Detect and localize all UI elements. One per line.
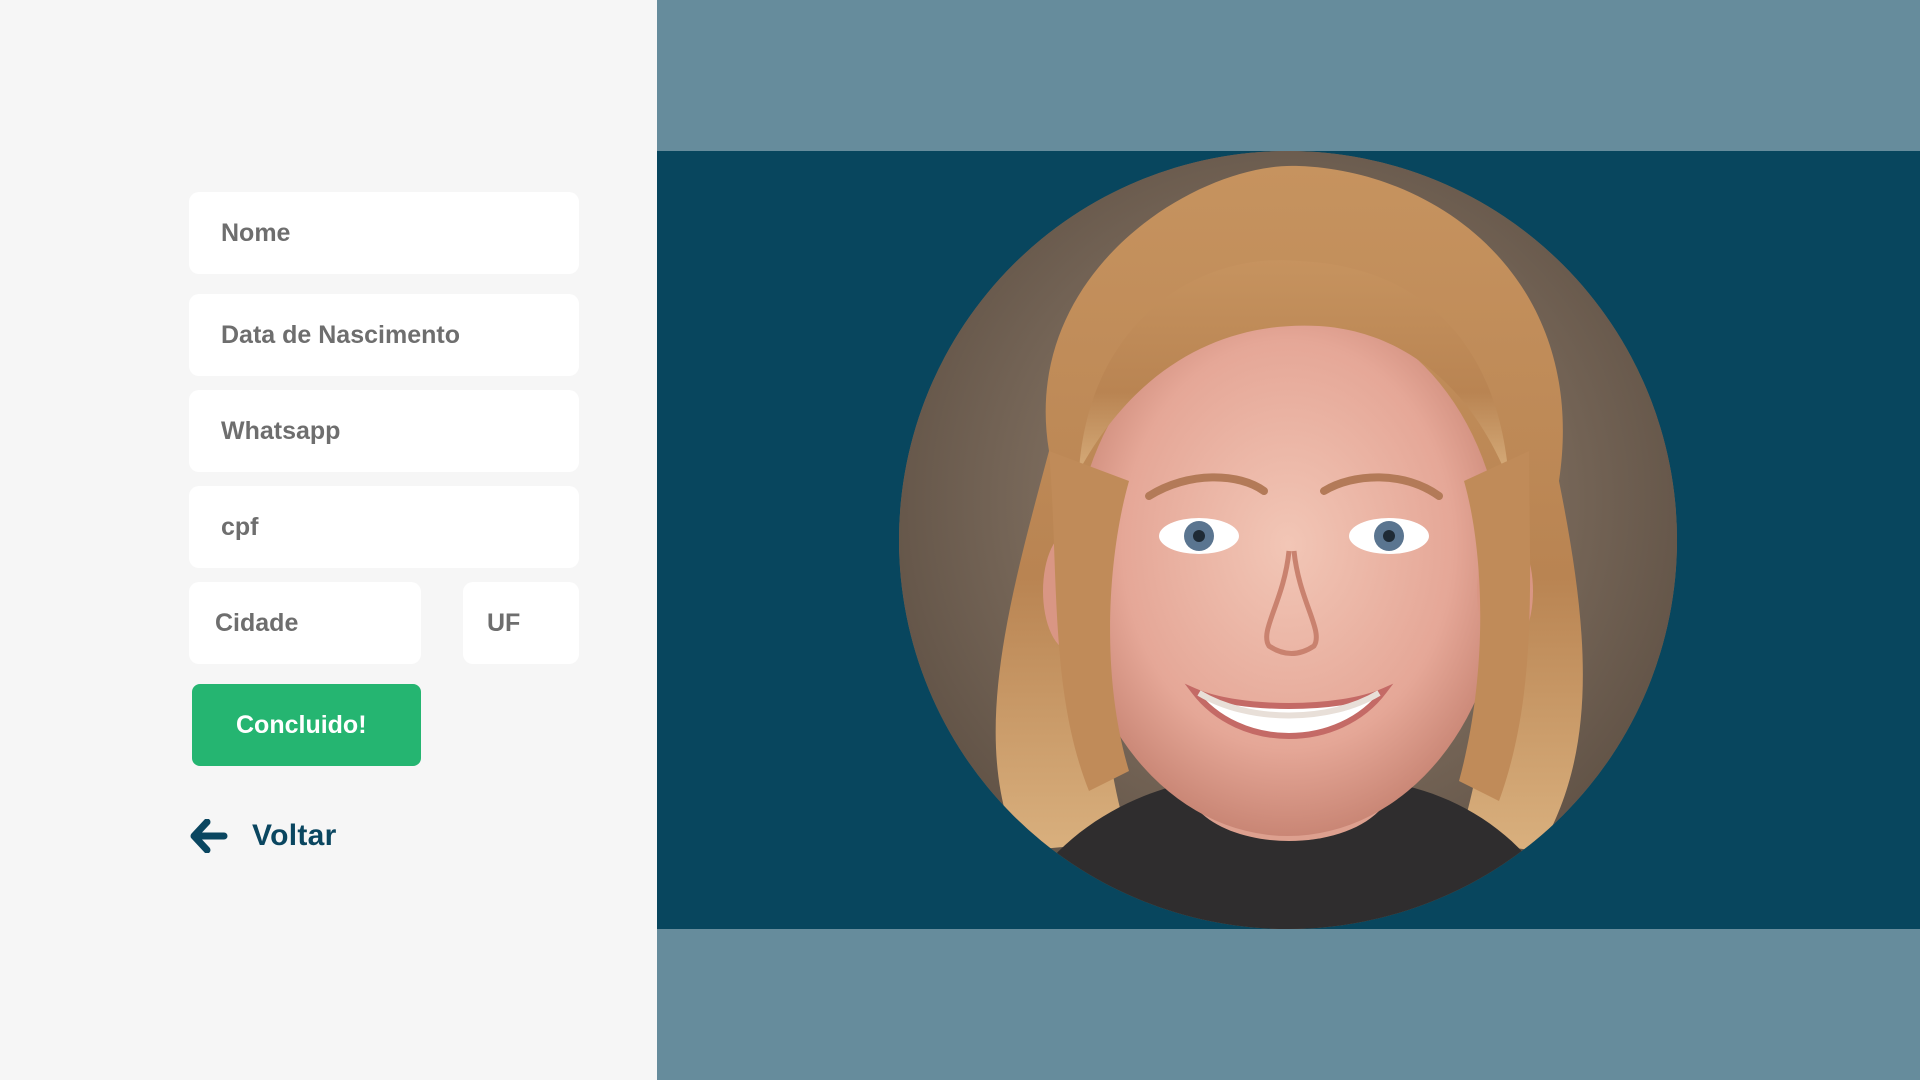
back-link[interactable]: Voltar: [190, 812, 337, 860]
name-input[interactable]: [189, 192, 579, 274]
state-input[interactable]: [463, 582, 579, 664]
form-panel: Concluido! Voltar: [0, 0, 657, 1080]
arrow-left-icon[interactable]: [190, 819, 228, 853]
birth-date-input[interactable]: [189, 294, 579, 376]
submit-button[interactable]: Concluido!: [192, 684, 421, 766]
image-panel: [657, 0, 1920, 1080]
signup-page: Concluido! Voltar: [0, 0, 1920, 1080]
photo-band: [657, 151, 1920, 929]
city-input[interactable]: [189, 582, 421, 664]
whatsapp-input[interactable]: [189, 390, 579, 472]
back-label[interactable]: Voltar: [252, 819, 337, 853]
profile-photo: [899, 151, 1677, 929]
cpf-input[interactable]: [189, 486, 579, 568]
